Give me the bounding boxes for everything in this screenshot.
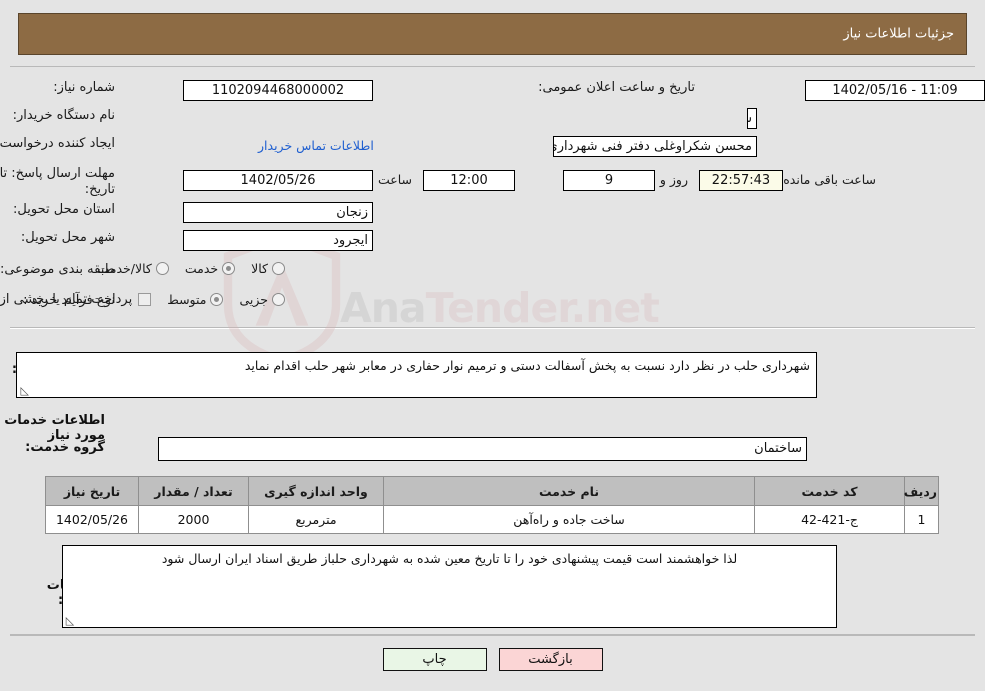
radio-motavaset-label: متوسط (167, 292, 207, 307)
radio-jozii[interactable] (272, 293, 285, 306)
page-title: جزئیات اطلاعات نیاز (843, 26, 954, 42)
buyer-notes-textarea[interactable]: لذا خواهشمند است قیمت پیشنهادی خود را تا… (62, 545, 837, 628)
cell-service-code: ج-421-42 (754, 505, 905, 534)
action-buttons: بازگشت چاپ (0, 648, 985, 671)
radio-kala[interactable] (272, 262, 285, 275)
radio-khedmat-label: خدمت (184, 261, 219, 276)
deadline-label: مهلت ارسال پاسخ: تا تاریخ: (0, 166, 115, 199)
services-table-wrapper: ردیف کد خدمت نام خدمت واحد اندازه گیری ت… (45, 476, 939, 534)
request-creator-label: ایجاد کننده درخواست: (0, 136, 115, 151)
buyer-contact-link[interactable]: اطلاعات تماس خریدار (258, 138, 374, 153)
buyer-org-value: شهرداری حلب استان زنجان (747, 108, 757, 129)
delivery-city-row: شهر محل تحویل: (21, 230, 115, 245)
cell-quantity: 2000 (138, 505, 249, 534)
th-service-code: کد خدمت (754, 476, 905, 506)
radio-khedmat[interactable] (222, 262, 236, 275)
resize-grip-icon-notes[interactable]: ◺ (65, 615, 75, 626)
radio-kala-khedmat[interactable] (155, 262, 169, 275)
request-creator-row: ایجاد کننده درخواست: (0, 136, 115, 151)
th-service-name: نام خدمت (383, 476, 755, 506)
purchase-type-options: جزیی متوسط پرداخت تمام یا بخشی از مبلغ خ… (0, 292, 285, 307)
deadline-label-line2: تاریخ: (84, 182, 115, 198)
deadline-countdown-label: ساعت باقی مانده (783, 172, 876, 187)
back-button[interactable]: بازگشت (498, 648, 603, 671)
table-header-row: ردیف کد خدمت نام خدمت واحد اندازه گیری ت… (45, 476, 939, 506)
treasury-bonds-checkbox[interactable] (138, 293, 152, 306)
cell-service-name: ساخت جاده و راه‌آهن (383, 505, 755, 534)
delivery-province-label: استان محل تحویل: (13, 202, 115, 217)
request-creator-value: محسن شکراوغلی دفتر فنی شهرداری حلب استان… (553, 136, 757, 157)
delivery-province-value: زنجان (183, 202, 373, 223)
deadline-label-line1: مهلت ارسال پاسخ: تا (0, 166, 115, 181)
table-row: 1 ج-421-42 ساخت جاده و راه‌آهن مترمربع 2… (45, 505, 939, 534)
top-panel (10, 66, 975, 329)
deadline-date-value: 1402/05/26 (183, 170, 373, 191)
description-textarea[interactable]: شهرداری حلب در نظر دارد نسبت به پخش آسفا… (16, 352, 817, 398)
print-button[interactable]: چاپ (382, 648, 487, 671)
delivery-city-value: ایجرود (183, 230, 373, 251)
public-announce-label: تاریخ و ساعت اعلان عمومی: (538, 80, 695, 95)
deadline-days-label: روز و (659, 172, 688, 187)
th-unit: واحد اندازه گیری (248, 476, 384, 506)
need-number-row: شماره نیاز: (53, 80, 115, 95)
delivery-province-row: استان محل تحویل: (13, 202, 115, 217)
th-need-date: تاریخ نیاز (45, 476, 139, 506)
buyer-org-row: نام دستگاه خریدار: (13, 108, 115, 123)
delivery-city-label: شهر محل تحویل: (20, 230, 115, 245)
radio-motavaset[interactable] (210, 293, 224, 306)
description-text: شهرداری حلب در نظر دارد نسبت به پخش آسفا… (244, 358, 810, 373)
th-quantity: تعداد / مقدار (138, 476, 249, 506)
deadline-countdown-value: 22:57:43 (699, 170, 783, 191)
buyer-notes-text: لذا خواهشمند است قیمت پیشنهادی خود را تا… (161, 551, 738, 566)
radio-jozii-label: جزیی (239, 292, 268, 307)
cell-radif: 1 (904, 505, 939, 534)
service-group-label: گروه خدمت: (25, 440, 105, 455)
services-table: ردیف کد خدمت نام خدمت واحد اندازه گیری ت… (45, 476, 939, 534)
cell-need-date: 1402/05/26 (45, 505, 139, 534)
cell-unit: مترمربع (248, 505, 384, 534)
public-announce-value: 11:09 - 1402/05/16 (805, 80, 985, 101)
need-number-value: 1102094468000002 (183, 80, 373, 101)
treasury-bonds-note: پرداخت تمام یا بخشی از مبلغ خرید،از محل … (0, 292, 133, 307)
radio-kala-khedmat-label: کالا/خدمت (97, 261, 152, 276)
page-header: جزئیات اطلاعات نیاز (18, 13, 967, 55)
deadline-hour-value: 12:00 (423, 170, 515, 191)
page-root: جزئیات اطلاعات نیاز AnaTender.net شماره … (0, 0, 985, 691)
th-radif: ردیف (904, 476, 939, 506)
buyer-org-label: نام دستگاه خریدار: (12, 108, 115, 123)
service-group-value: ساختمان (158, 437, 807, 461)
deadline-days-value: 9 (563, 170, 655, 191)
subject-class-options: کالا خدمت کالا/خدمت (81, 261, 285, 276)
public-announce-row: تاریخ و ساعت اعلان عمومی: (538, 80, 695, 95)
resize-grip-icon[interactable]: ◺ (19, 385, 29, 396)
deadline-hour-label: ساعت (377, 172, 412, 187)
radio-kala-label: کالا (251, 261, 268, 276)
services-section-heading: اطلاعات خدمات مورد نیاز (4, 413, 105, 443)
need-number-label: شماره نیاز: (53, 80, 115, 95)
